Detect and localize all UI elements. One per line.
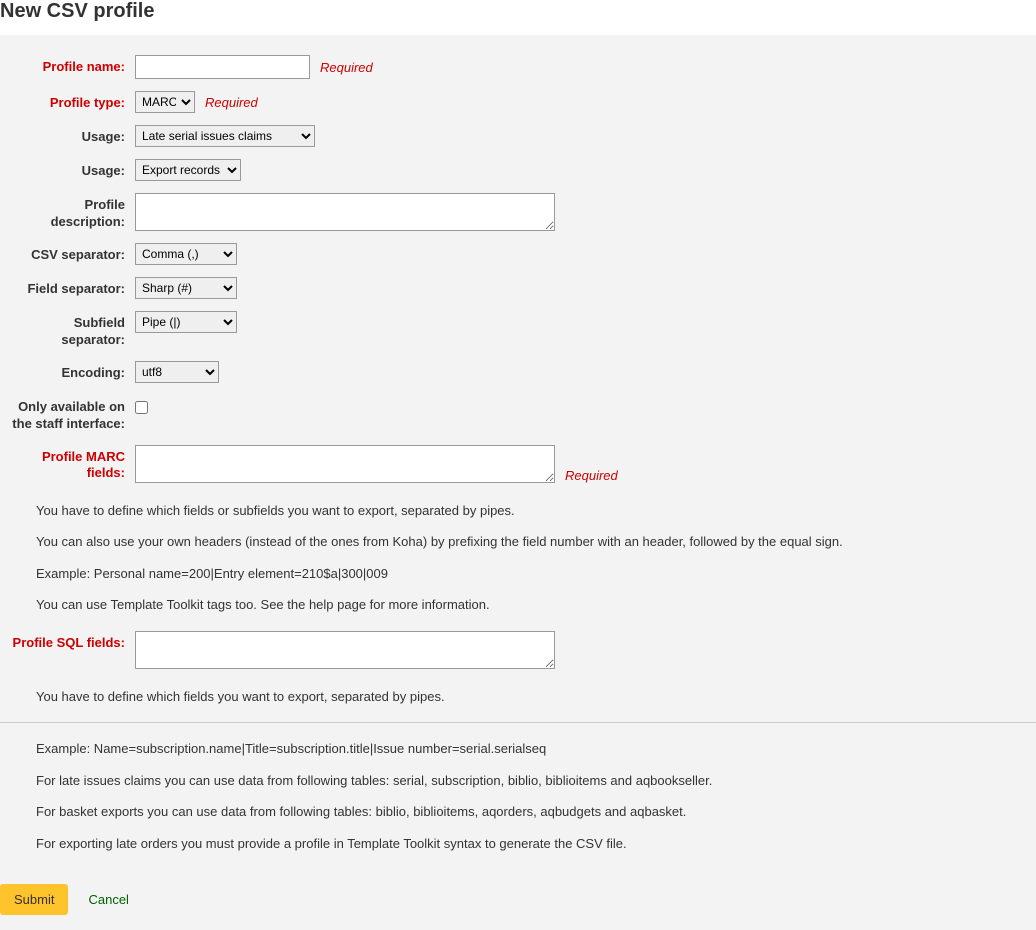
divider [0, 722, 1036, 723]
subfield-separator-select[interactable]: Pipe (|) [135, 311, 237, 333]
label-sql-fields: Profile SQL fields: [10, 631, 135, 652]
label-profile-name: Profile name: [10, 55, 135, 76]
label-field-separator: Field separator: [10, 277, 135, 298]
help-marc-2: You can also use your own headers (inste… [0, 526, 1036, 558]
encoding-select[interactable]: utf8 [135, 361, 219, 383]
row-csv-separator: CSV separator: Comma (,) [0, 243, 1036, 265]
row-encoding: Encoding: utf8 [0, 361, 1036, 383]
label-usage-2: Usage: [10, 159, 135, 180]
help-sql-3: For late issues claims you can use data … [0, 765, 1036, 797]
help-marc-3: Example: Personal name=200|Entry element… [0, 558, 1036, 590]
field-separator-select[interactable]: Sharp (#) [135, 277, 237, 299]
form-section: Profile name: Required Profile type: MAR… [0, 35, 1036, 869]
label-profile-type: Profile type: [10, 91, 135, 112]
page-title: New CSV profile [0, 0, 1036, 23]
profile-name-input[interactable] [135, 55, 310, 79]
profile-type-select[interactable]: MARC [135, 91, 195, 113]
row-profile-type: Profile type: MARC Required [0, 91, 1036, 113]
label-profile-description: Profile description: [10, 193, 135, 231]
marc-fields-textarea[interactable] [135, 445, 555, 483]
required-indicator: Required [565, 468, 618, 483]
button-bar: Submit Cancel [0, 869, 1036, 930]
label-staff-only: Only available on the staff interface: [10, 395, 135, 433]
submit-button[interactable]: Submit [0, 884, 68, 915]
usage-2-select[interactable]: Export records [135, 159, 241, 181]
csv-separator-select[interactable]: Comma (,) [135, 243, 237, 265]
row-sql-fields: Profile SQL fields: [0, 631, 1036, 669]
label-usage-1: Usage: [10, 125, 135, 146]
required-indicator: Required [205, 95, 258, 110]
label-subfield-separator: Subfield separator: [10, 311, 135, 349]
help-sql-5: For exporting late orders you must provi… [0, 828, 1036, 860]
row-profile-name: Profile name: Required [0, 55, 1036, 79]
page-header: New CSV profile [0, 0, 1036, 35]
help-sql-4: For basket exports you can use data from… [0, 796, 1036, 828]
row-usage-2: Usage: Export records [0, 159, 1036, 181]
usage-1-select[interactable]: Late serial issues claims [135, 125, 315, 147]
row-profile-description: Profile description: [0, 193, 1036, 231]
required-indicator: Required [320, 60, 373, 75]
row-marc-fields: Profile MARC fields: Required [0, 445, 1036, 483]
profile-description-textarea[interactable] [135, 193, 555, 231]
row-field-separator: Field separator: Sharp (#) [0, 277, 1036, 299]
label-csv-separator: CSV separator: [10, 243, 135, 264]
label-marc-fields: Profile MARC fields: [10, 445, 135, 483]
help-marc-1: You have to define which fields or subfi… [0, 495, 1036, 527]
row-subfield-separator: Subfield separator: Pipe (|) [0, 311, 1036, 349]
row-usage-1: Usage: Late serial issues claims [0, 125, 1036, 147]
help-sql-2: Example: Name=subscription.name|Title=su… [0, 733, 1036, 765]
sql-fields-textarea[interactable] [135, 631, 555, 669]
cancel-link[interactable]: Cancel [88, 892, 128, 907]
help-marc-4: You can use Template Toolkit tags too. S… [0, 589, 1036, 621]
staff-only-checkbox[interactable] [135, 401, 148, 414]
help-sql-1: You have to define which fields you want… [0, 681, 1036, 713]
row-staff-only: Only available on the staff interface: [0, 395, 1036, 433]
label-encoding: Encoding: [10, 361, 135, 382]
